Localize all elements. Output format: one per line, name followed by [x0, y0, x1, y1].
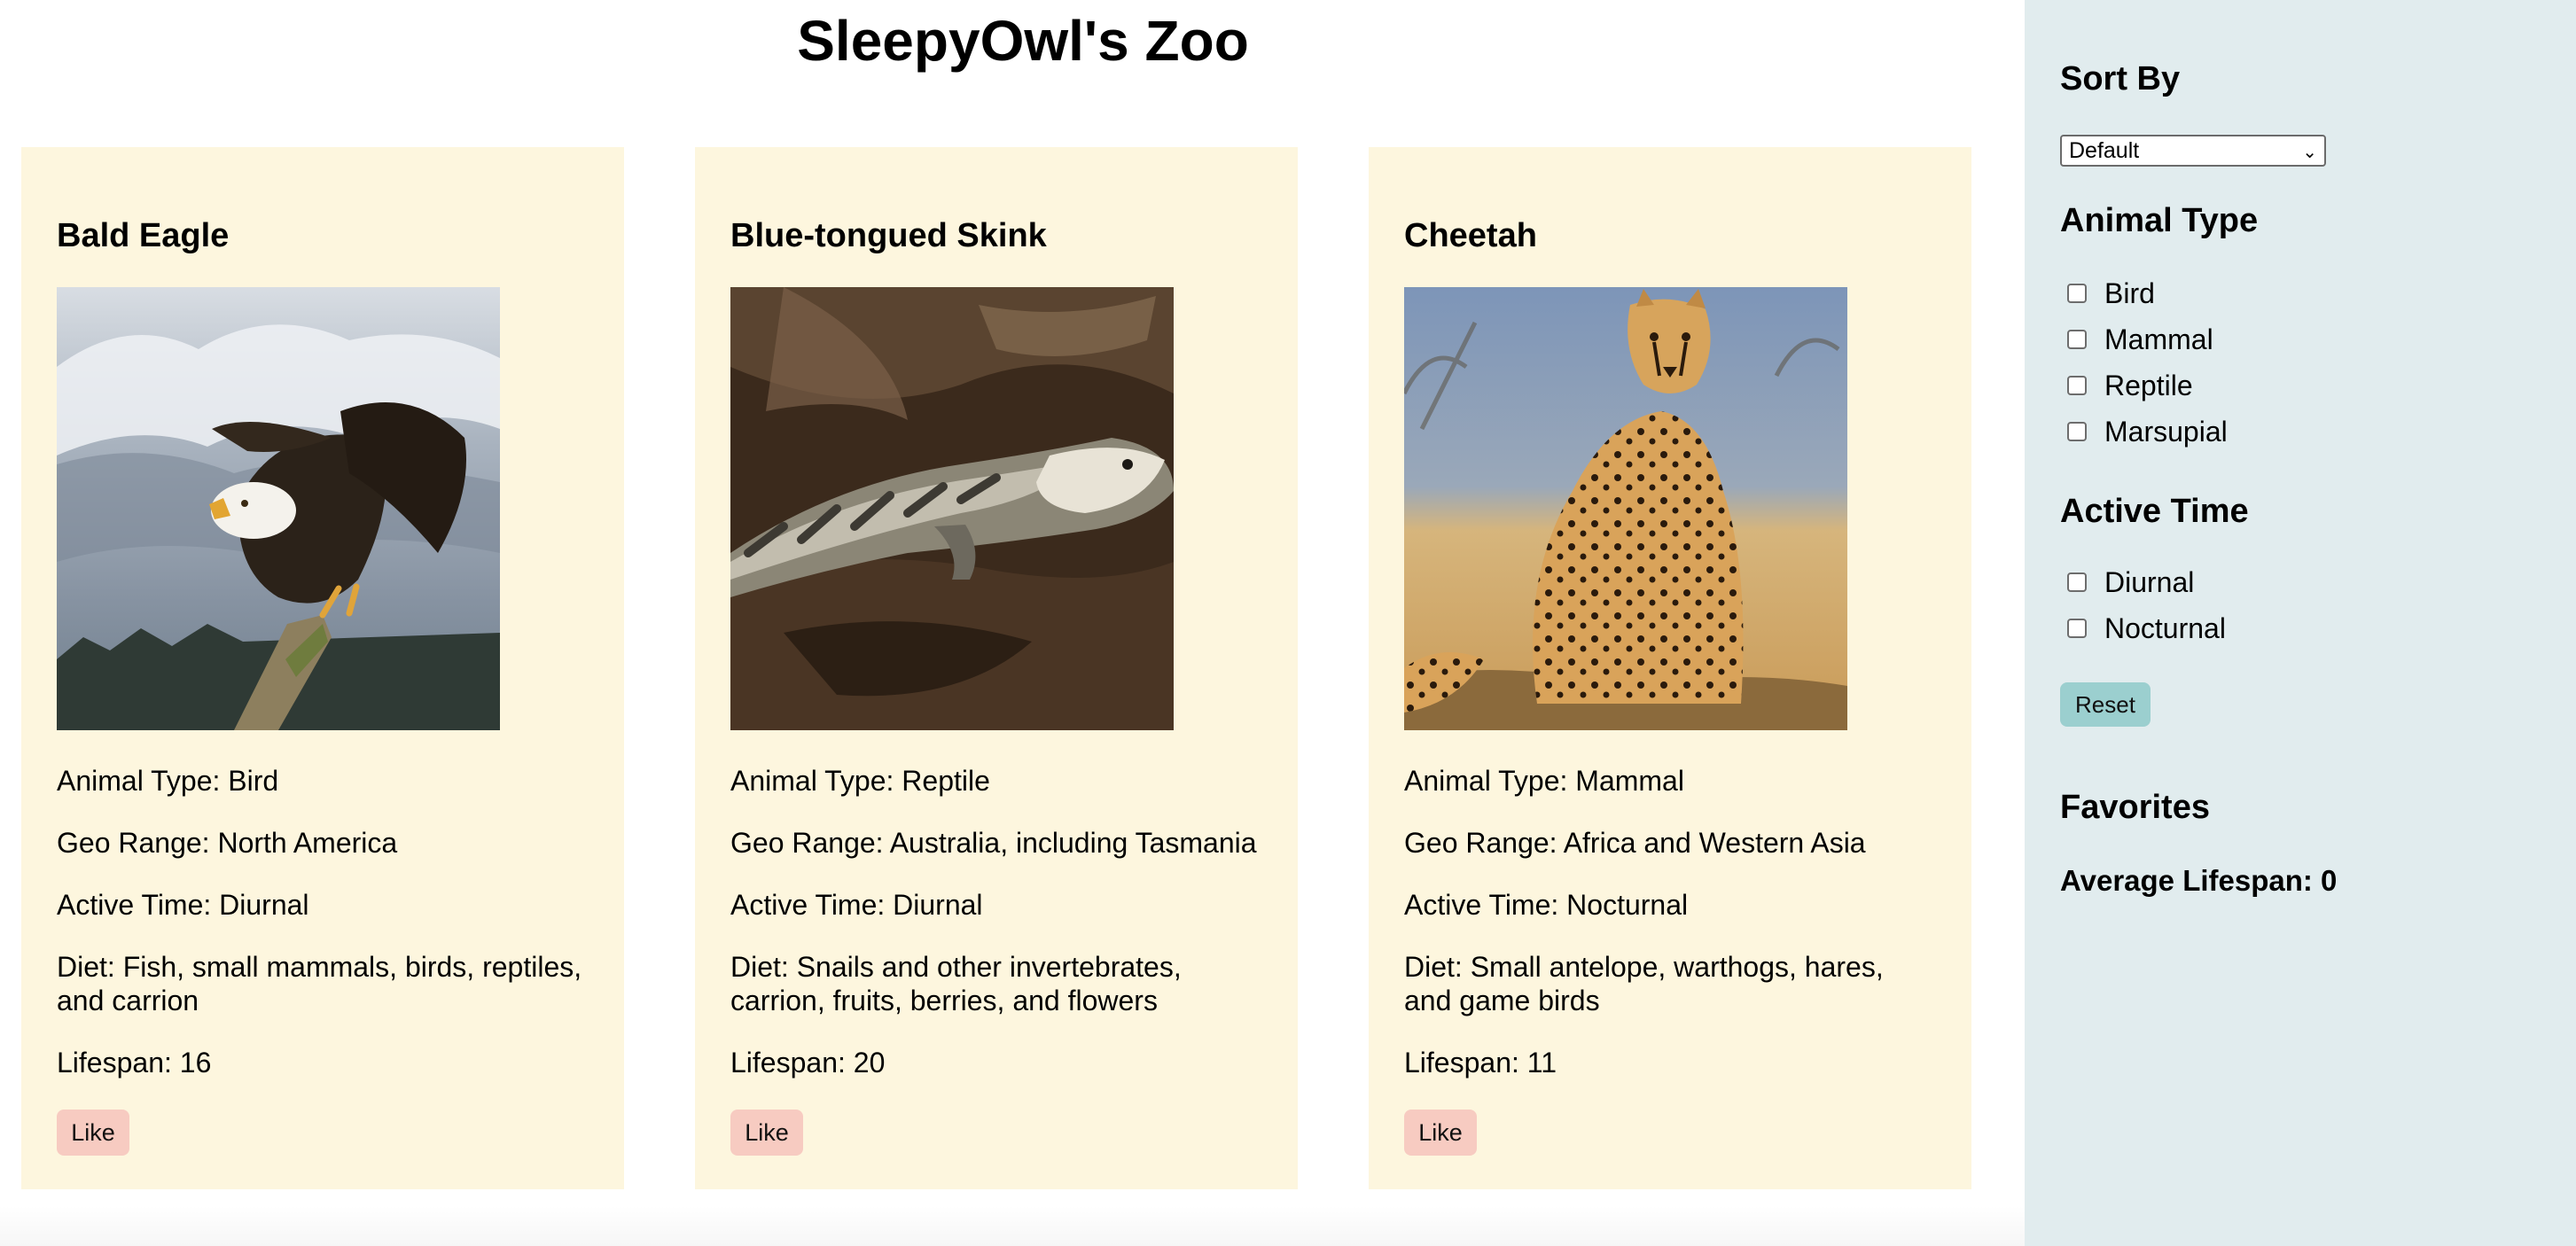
bird-checkbox[interactable] — [2067, 284, 2087, 303]
animal-type-text: Animal Type: Bird — [57, 765, 279, 797]
animal-card: Bald Eagle Animal Type: Bird Geo Range: … — [21, 147, 624, 1189]
animal-type-heading: Animal Type — [2060, 202, 2259, 239]
animal-photo — [57, 287, 500, 730]
lifespan-text: Lifespan: 11 — [1404, 1047, 1557, 1079]
eagle-image — [57, 287, 500, 730]
filter-label: Diurnal — [2104, 566, 2195, 598]
animal-card: Blue-tongued Skink Animal Type: Reptile … — [695, 147, 1298, 1189]
lifespan-text: Lifespan: 20 — [730, 1047, 886, 1079]
like-button[interactable]: Like — [730, 1110, 803, 1156]
active-time-heading: Active Time — [2060, 493, 2249, 530]
nocturnal-checkbox[interactable] — [2067, 619, 2087, 638]
lifespan-text: Lifespan: 16 — [57, 1047, 212, 1079]
diet-text: Diet: Snails and other invertebrates, ca… — [730, 951, 1182, 1016]
animal-name: Blue-tongued Skink — [730, 217, 1047, 254]
animal-name: Bald Eagle — [57, 217, 230, 254]
sort-heading: Sort By — [2060, 60, 2181, 97]
bottom-shadow — [0, 1205, 2025, 1246]
geo-range-text: Geo Range: North America — [57, 827, 398, 859]
filter-label: Marsupial — [2104, 416, 2228, 448]
active-time-text: Active Time: Nocturnal — [1404, 889, 1689, 921]
animal-photo — [1404, 287, 1847, 730]
filter-label: Bird — [2104, 277, 2155, 309]
sort-selected-value: Default — [2069, 138, 2140, 163]
diet-text: Diet: Fish, small mammals, birds, reptil… — [57, 951, 582, 1016]
main-content: SleepyOwl's Zoo Bald Eagle Animal Type: … — [0, 0, 2025, 1246]
reset-button[interactable]: Reset — [2060, 682, 2151, 727]
geo-range-text: Geo Range: Australia, including Tasmania — [730, 827, 1257, 859]
active-time-text: Active Time: Diurnal — [57, 889, 309, 921]
animal-type-text: Animal Type: Reptile — [730, 765, 990, 797]
filter-sidebar: Sort By Default ⌄ Animal Type Bird Mamma… — [2025, 0, 2576, 1246]
animal-name: Cheetah — [1404, 217, 1537, 254]
reptile-checkbox[interactable] — [2067, 376, 2087, 395]
geo-range-text: Geo Range: Africa and Western Asia — [1404, 827, 1866, 859]
animal-type-text: Animal Type: Mammal — [1404, 765, 1684, 797]
like-button[interactable]: Like — [1404, 1110, 1477, 1156]
page-title: SleepyOwl's Zoo — [797, 9, 1249, 73]
marsupial-checkbox[interactable] — [2067, 422, 2087, 441]
diurnal-checkbox[interactable] — [2067, 572, 2087, 592]
mammal-checkbox[interactable] — [2067, 330, 2087, 349]
active-time-text: Active Time: Diurnal — [730, 889, 983, 921]
average-lifespan: Average Lifespan: 0 — [2060, 864, 2338, 897]
animal-card: Cheetah Animal Type: Mammal Geo Range: A… — [1369, 147, 1971, 1189]
filter-label: Mammal — [2104, 323, 2213, 355]
favorites-heading: Favorites — [2060, 789, 2210, 826]
animal-photo — [730, 287, 1174, 730]
cheetah-image — [1404, 287, 1847, 730]
like-button[interactable]: Like — [57, 1110, 129, 1156]
skink-image — [730, 287, 1174, 730]
chevron-down-icon: ⌄ — [2302, 143, 2317, 162]
filter-label: Nocturnal — [2104, 612, 2226, 644]
filter-label: Reptile — [2104, 370, 2193, 401]
sort-select[interactable]: Default ⌄ — [2060, 135, 2326, 167]
diet-text: Diet: Small antelope, warthogs, hares, a… — [1404, 951, 1884, 1016]
